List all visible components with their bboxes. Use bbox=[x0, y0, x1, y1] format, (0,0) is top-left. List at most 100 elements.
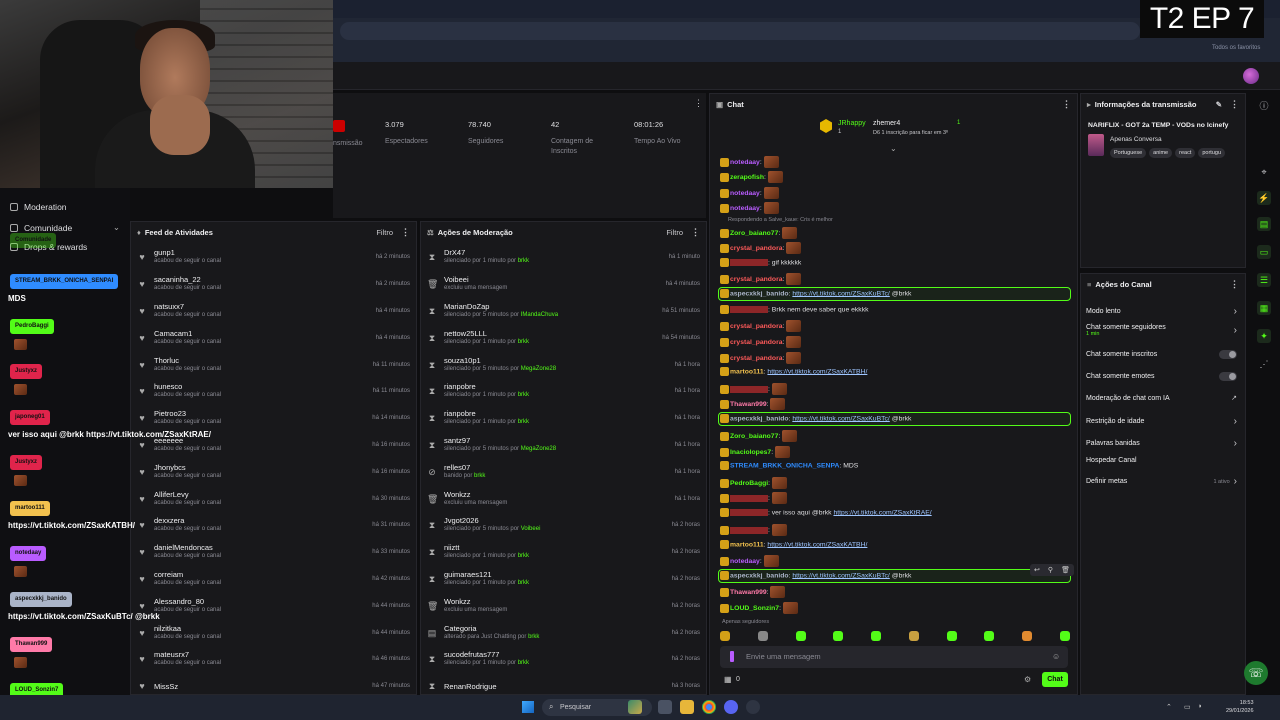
moderation-row[interactable]: ▤ Categoria alterado para Just Chatting po… bbox=[427, 619, 700, 646]
moderation-row[interactable]: ⧗ santz97 silenciado por 5 minutos por Meg… bbox=[427, 432, 700, 459]
chat-message[interactable]: : bbox=[720, 492, 787, 504]
support-button-icon[interactable]: ☏ bbox=[1244, 661, 1268, 685]
collapse-icon[interactable]: ⌄ bbox=[890, 144, 897, 153]
emote-shortcut-icon[interactable] bbox=[871, 631, 882, 641]
activity-row[interactable]: ♥ AlliferLevy acabou de seguir o canal há 3… bbox=[137, 485, 410, 512]
activity-row[interactable]: ♥ dexxzera acabou de seguir o canal há 31 m… bbox=[137, 512, 410, 539]
activity-row[interactable]: ♥ Pietroo23 acabou de seguir o canal há 14 … bbox=[137, 405, 410, 432]
chat-message[interactable]: aspecxkkj_banido: https://vt.tiktok.com/… bbox=[720, 414, 911, 423]
volume-icon[interactable]: ◗ bbox=[1198, 703, 1202, 710]
activity-row[interactable]: ♥ correiam acabou de seguir o canal há 42 m… bbox=[137, 566, 410, 593]
moderation-more-icon[interactable]: ⋮ bbox=[691, 227, 700, 238]
chat-username[interactable]: aspecxkkj_banido bbox=[730, 290, 789, 297]
chat-username[interactable]: STREAM_BRKK_ONICHA_SENPA bbox=[730, 462, 839, 469]
moderation-row[interactable]: ⧗ MarianDoZap silenciado por 5 minutos por… bbox=[427, 298, 700, 325]
task-view-icon[interactable] bbox=[658, 700, 672, 714]
chat-username[interactable]: zerapofish bbox=[730, 174, 764, 181]
activity-row[interactable]: ♥ Thorluc acabou de seguir o canal há 11 mi… bbox=[137, 351, 410, 378]
chat-username[interactable] bbox=[730, 259, 768, 266]
moderation-row[interactable]: ⧗ DrX47 silenciado por 1 minuto por brkk há… bbox=[427, 244, 700, 271]
chat-username[interactable]: Zoro_baiano77 bbox=[730, 230, 778, 237]
address-bar[interactable] bbox=[340, 22, 1140, 40]
chat-message[interactable]: Zoro_baiano77: bbox=[720, 430, 798, 442]
activity-row[interactable]: ♥ gunp1 acabou de seguir o canal há 2 minut… bbox=[137, 244, 410, 271]
tools-icon[interactable]: ✦ bbox=[1257, 329, 1271, 343]
chat-message[interactable]: crystal_pandora: bbox=[720, 352, 802, 364]
emote-shortcut-icon[interactable] bbox=[757, 631, 768, 641]
chat-bubble-icon[interactable]: ▭ bbox=[1257, 245, 1271, 259]
channel-action[interactable]: Restrição de idade › bbox=[1086, 416, 1237, 427]
channel-action[interactable]: Chat somente inscritos bbox=[1086, 350, 1237, 359]
moderation-row[interactable]: ⊘ relles07 banido por brkk há 1 hora bbox=[427, 458, 700, 485]
widgets-icon[interactable] bbox=[628, 700, 642, 714]
chat-message[interactable]: notedaay: bbox=[720, 555, 779, 567]
channel-action[interactable]: Modo lento › bbox=[1086, 306, 1237, 317]
moderation-row[interactable]: ⧗ niiztt silenciado por 1 minuto por brkk h… bbox=[427, 539, 700, 566]
chat-username[interactable]: PedroBaggi bbox=[730, 480, 768, 487]
moderation-row[interactable]: ⧗ Jvgot2026 silenciado por 5 minutos por V… bbox=[427, 512, 700, 539]
activity-more-icon[interactable]: ⋮ bbox=[401, 227, 410, 238]
delete-icon[interactable]: 🗑 bbox=[1061, 566, 1070, 574]
chat-link[interactable]: https://vt.tiktok.com/ZSaxKtRAE/ bbox=[833, 509, 931, 516]
emote-shortcut-icon[interactable] bbox=[795, 631, 806, 641]
chat-username[interactable]: crystal_pandora bbox=[730, 339, 783, 346]
taskbar-clock[interactable]: 18:53 29/01/2026 bbox=[1226, 699, 1254, 715]
emote-shortcut-icon[interactable] bbox=[720, 631, 730, 641]
list-icon[interactable]: ☰ bbox=[1257, 273, 1271, 287]
chat-username[interactable]: crystal_pandora bbox=[730, 245, 783, 252]
moderation-row[interactable]: ⧗ rianpobre silenciado por 1 minuto por br… bbox=[427, 405, 700, 432]
emote-shortcut-icon[interactable] bbox=[946, 631, 957, 641]
nav-moderation[interactable]: Moderation bbox=[10, 202, 67, 212]
chat-username[interactable] bbox=[730, 306, 768, 313]
chat-username[interactable]: martoo111 bbox=[730, 541, 764, 548]
chat-message[interactable]: aspecxkkj_banido: https://vt.tiktok.com/… bbox=[720, 571, 911, 580]
bolt-icon[interactable]: ⚡ bbox=[1257, 191, 1271, 205]
info-more-icon[interactable]: ⋮ bbox=[1230, 99, 1239, 110]
chat-message[interactable]: aspecxkkj_banido: https://vt.tiktok.com/… bbox=[720, 289, 911, 298]
channel-action[interactable]: Palavras banidas › bbox=[1086, 438, 1237, 449]
chrome-icon[interactable] bbox=[702, 700, 716, 714]
emote-shortcut-icon[interactable] bbox=[1059, 631, 1070, 641]
chat-username[interactable]: Thawan999 bbox=[730, 589, 767, 596]
chat-username[interactable]: aspecxkkj_banido bbox=[730, 572, 789, 579]
emote-bar[interactable] bbox=[720, 631, 1070, 643]
chat-message[interactable]: : ver isso aqui @brkk https://vt.tiktok.… bbox=[720, 508, 932, 517]
chat-message[interactable]: notedaay: bbox=[720, 187, 779, 199]
chat-message[interactable]: LOUD_Sonzin7: bbox=[720, 602, 798, 614]
stats-more-icon[interactable]: ⋮ bbox=[694, 98, 703, 109]
chat-username[interactable]: notedaay bbox=[730, 159, 760, 166]
file-explorer-icon[interactable] bbox=[680, 700, 694, 714]
moderation-filter-button[interactable]: Filtro bbox=[666, 228, 683, 237]
moderation-row[interactable]: 🗑 Wonkzz excluiu uma mensagem há 2 horas bbox=[427, 592, 700, 619]
network-icon[interactable]: ▭ bbox=[1184, 703, 1191, 711]
tray-chevron-icon[interactable]: ⌃ bbox=[1166, 703, 1172, 711]
reply-icon[interactable]: ↩ bbox=[1034, 566, 1040, 574]
activity-row[interactable]: ♥ sacaninha_22 acabou de seguir o canal há … bbox=[137, 271, 410, 298]
chat-message[interactable]: zerapofish: bbox=[720, 171, 783, 183]
chat-message[interactable]: : bbox=[720, 383, 787, 395]
nav-comunidade[interactable]: Comunidade ⌄ bbox=[10, 222, 120, 233]
user-avatar[interactable] bbox=[1243, 68, 1259, 84]
pinned-user-1[interactable]: JRhappy bbox=[838, 120, 866, 127]
emote-shortcut-icon[interactable] bbox=[908, 631, 919, 641]
toggle-switch[interactable] bbox=[1219, 372, 1237, 381]
chat-link[interactable]: https://vt.tiktok.com/ZSaxKATBH/ bbox=[767, 368, 867, 375]
moderation-row[interactable]: ⧗ rianpobre silenciado por 1 minuto por br… bbox=[427, 378, 700, 405]
share-icon[interactable]: ⋰ bbox=[1257, 357, 1271, 371]
activity-filter-button[interactable]: Filtro bbox=[376, 228, 393, 237]
moderation-row[interactable]: ⧗ sucodefrutas777 silenciado por 1 minuto … bbox=[427, 646, 700, 673]
chat-message[interactable]: : Brkk nem deve saber que ekkkk bbox=[720, 305, 869, 314]
chat-message[interactable]: Zoro_baiano77: bbox=[720, 227, 798, 239]
chat-username[interactable]: crystal_pandora bbox=[730, 323, 783, 330]
chat-username[interactable] bbox=[730, 526, 768, 534]
chat-input[interactable]: Envie uma mensagem bbox=[720, 646, 1068, 668]
chat-username[interactable]: notedaay bbox=[730, 558, 760, 565]
chat-username[interactable]: notedaay bbox=[730, 190, 760, 197]
chat-message[interactable]: Thawan999: bbox=[720, 398, 786, 410]
chat-username[interactable]: aspecxkkj_banido bbox=[730, 415, 789, 422]
chat-username[interactable] bbox=[730, 385, 768, 393]
chat-username[interactable]: LOUD_Sonzin7 bbox=[730, 605, 779, 612]
document-icon[interactable]: ▤ bbox=[1257, 217, 1271, 231]
activity-row[interactable]: ♥ Jhonybcs acabou de seguir o canal há 16 m… bbox=[137, 458, 410, 485]
chat-username[interactable]: Thawan999 bbox=[730, 401, 767, 408]
